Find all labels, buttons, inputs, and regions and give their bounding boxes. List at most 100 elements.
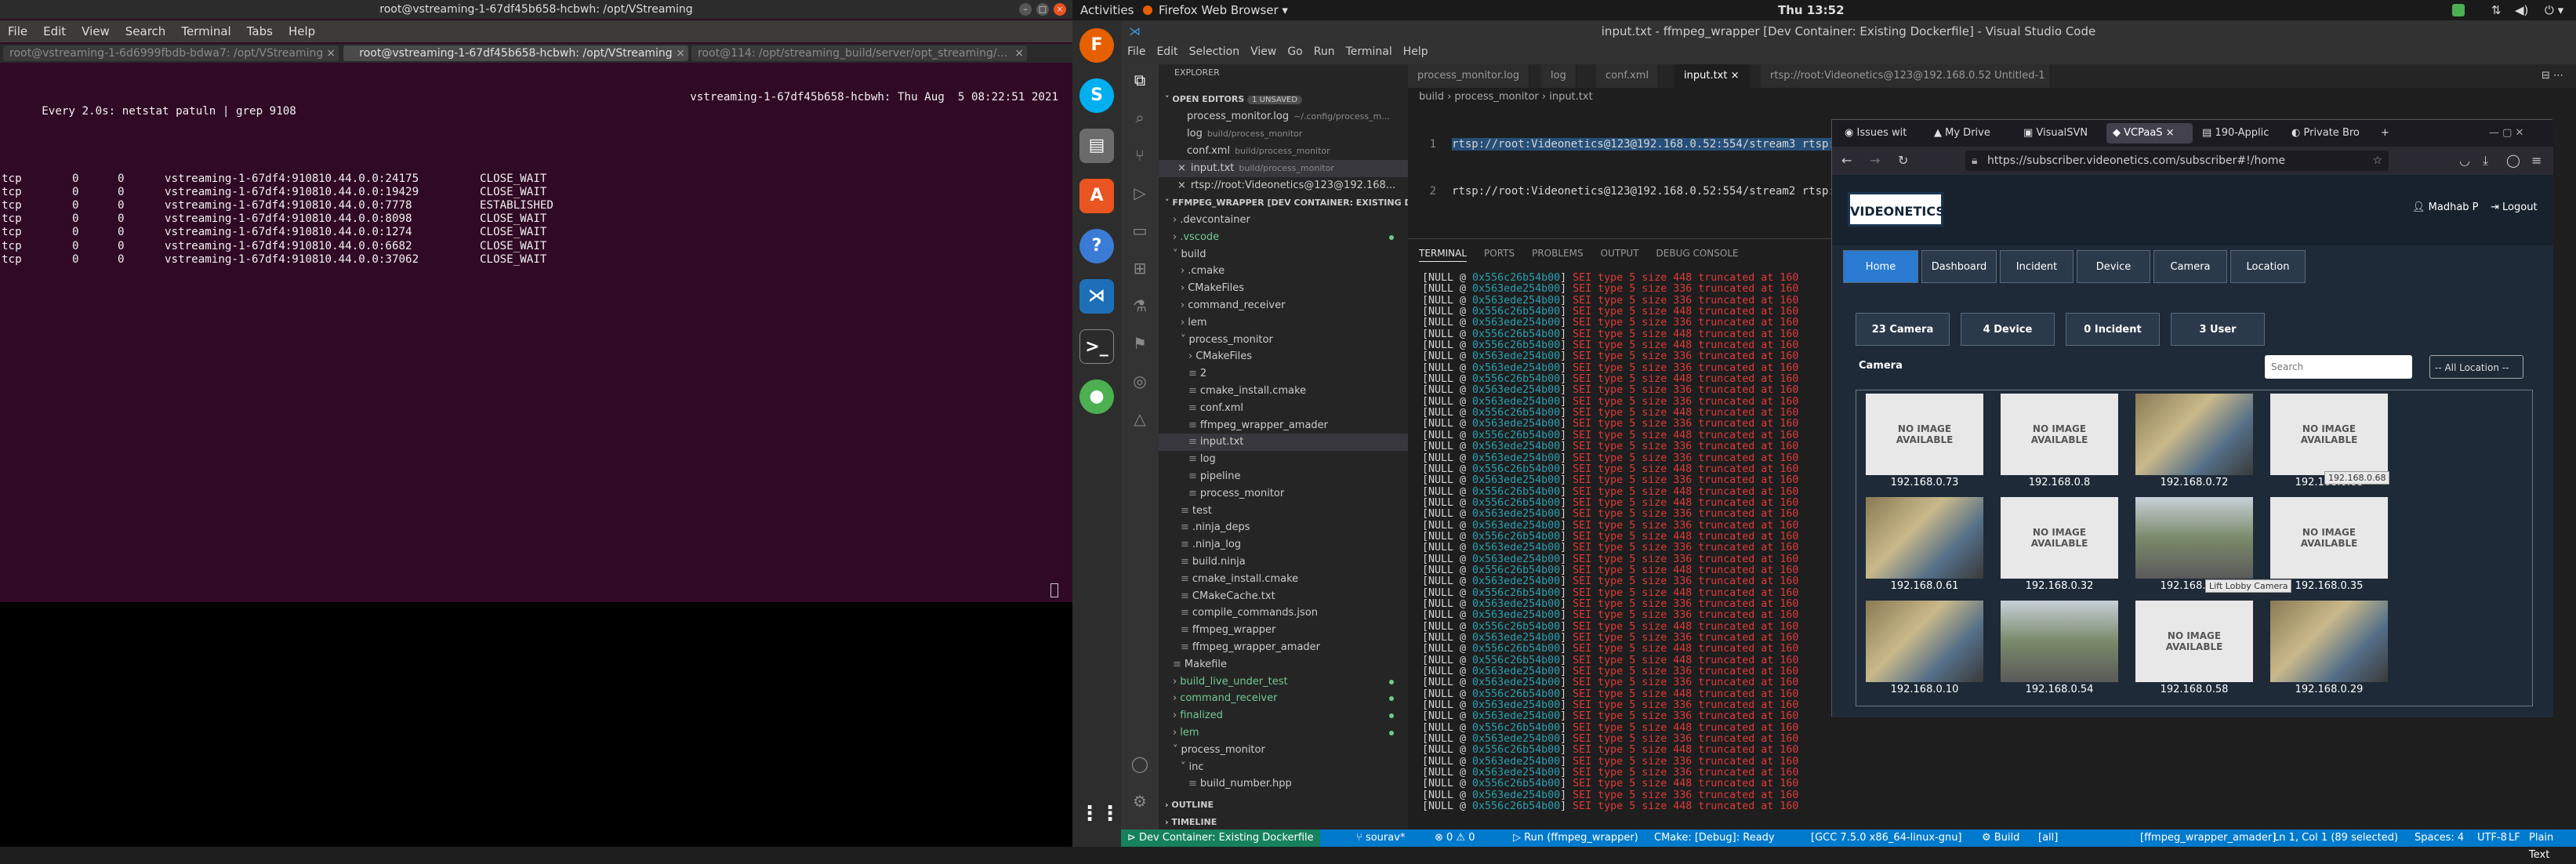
open-editors-header[interactable]: ˅ OPEN EDITORS 1 UNSAVED	[1159, 91, 1408, 108]
outline-header[interactable]: › OUTLINE	[1159, 797, 1408, 814]
browser-tab-active[interactable]: ◆ VCPaaS ×	[2106, 123, 2193, 143]
tab-problems[interactable]: PROBLEMS	[1532, 248, 1584, 259]
browser-tab[interactable]: ▤ 190-Applic	[2196, 123, 2282, 143]
nav-incident[interactable]: Incident	[2000, 250, 2073, 283]
tree-file[interactable]: ≡ compile_commands.json	[1159, 604, 1408, 622]
testing-icon[interactable]: ⚗	[1130, 296, 1149, 315]
menu-view[interactable]: View	[74, 24, 118, 38]
browser-tab[interactable]: ◉ Issues wit	[1838, 123, 1925, 143]
network-icon[interactable]: ⇅	[2491, 0, 2502, 20]
indentation[interactable]: Spaces: 4	[2415, 830, 2464, 847]
nav-location[interactable]: Location	[2230, 250, 2306, 283]
tree-folder[interactable]: › command_receiver	[1159, 297, 1408, 314]
integrated-terminal[interactable]: [NULL @ 0x556c26b54b00] SEI type 5 size …	[1422, 273, 1830, 822]
camera-card[interactable]: NO IMAGE AVAILABLE 192.168.0.58	[2135, 601, 2253, 695]
activities-button[interactable]: Activities	[1080, 0, 1134, 20]
nav-dashboard[interactable]: Dashboard	[1921, 250, 1997, 283]
tree-folder[interactable]: › CMakeFiles	[1159, 280, 1408, 297]
menu-search[interactable]: Search	[118, 24, 174, 38]
logout-link[interactable]: ⇥ Logout	[2491, 201, 2538, 213]
user-menu[interactable]: 👤︎ Madhab P	[2412, 201, 2479, 213]
tree-folder[interactable]: › command_receiver	[1159, 690, 1408, 707]
encoding[interactable]: UTF-8	[2477, 830, 2507, 847]
hamburger-menu-icon[interactable]: ≡	[2531, 153, 2542, 168]
tree-file[interactable]: ≡ build.ninja	[1159, 554, 1408, 571]
tree-folder[interactable]: › .devcontainer	[1159, 212, 1408, 229]
show-apps-icon[interactable]: ⋮⋮⋮	[1079, 797, 1141, 831]
tree-file[interactable]: ≡ cmake_install.cmake	[1159, 571, 1408, 588]
vscode-icon[interactable]: ⋊	[1079, 279, 1114, 314]
camera-search-input[interactable]: Search	[2265, 355, 2412, 379]
tree-file[interactable]: ≡ 2	[1159, 365, 1408, 383]
cursor-position[interactable]: Ln 1, Col 1 (89 selected)	[2273, 830, 2398, 847]
tab-output[interactable]: OUTPUT	[1601, 248, 1639, 259]
terminal-tab[interactable]: root@114: /opt/streaming_build/server/op…	[691, 45, 1027, 61]
open-editor-item[interactable]: process_monitor.log ~/.config/process_m..…	[1159, 108, 1408, 125]
camera-card[interactable]: 192.168.0.54	[2001, 601, 2118, 695]
tree-folder[interactable]: › lem	[1159, 724, 1408, 742]
downloads-icon[interactable]: ⤓	[2483, 153, 2488, 169]
tree-file[interactable]: ≡ input.txt	[1159, 434, 1408, 452]
tree-file[interactable]: ≡ log	[1159, 451, 1408, 468]
camera-thumbnail[interactable]: NO IMAGE AVAILABLE	[1866, 394, 1983, 475]
open-editor-item[interactable]: × rtsp://root:Videonetics@123@192.168...	[1159, 177, 1408, 194]
terminal-icon[interactable]: >_	[1079, 329, 1114, 364]
menu-help[interactable]: Help	[281, 24, 323, 38]
clock[interactable]: Thu 13:52	[1778, 0, 1845, 20]
vscode-menu-go[interactable]: Go	[1287, 45, 1302, 58]
skype-icon[interactable]: S	[1079, 78, 1114, 113]
url-bar[interactable]: 🔒︎ https://subscriber.videonetics.com/su…	[1965, 151, 2389, 171]
tree-file[interactable]: ≡ ffmpeg_wrapper	[1159, 622, 1408, 639]
run-debug-icon[interactable]: ▷	[1130, 183, 1149, 202]
vscode-menu-view[interactable]: View	[1250, 45, 1276, 58]
files-icon[interactable]: ▤	[1079, 129, 1114, 163]
open-editor-item[interactable]: log build/process_monitor	[1159, 125, 1408, 143]
tree-folder[interactable]: › lem	[1159, 314, 1408, 332]
camera-thumbnail[interactable]: NO IMAGE AVAILABLE	[2135, 601, 2253, 682]
camera-thumbnail[interactable]: NO IMAGE AVAILABLE	[2001, 497, 2118, 579]
reload-icon[interactable]: ↻	[1898, 153, 1908, 168]
open-editor-item[interactable]: × input.txt build/process_monitor	[1159, 160, 1408, 177]
tree-file[interactable]: ≡ ffmpeg_wrapper_amader	[1159, 639, 1408, 656]
problems-indicator[interactable]: ⊗ 0 ⚠ 0	[1435, 830, 1475, 847]
branch-indicator[interactable]: ⑂ sourav*	[1356, 830, 1405, 847]
camera-card[interactable]: 192.168.0.29	[2270, 601, 2388, 695]
timeline-header[interactable]: › TIMELINE	[1159, 814, 1408, 831]
search-icon[interactable]: ⌕	[1130, 108, 1149, 127]
terminal-scrollbar[interactable]	[1050, 583, 1058, 597]
account-icon[interactable]: ◯	[2506, 153, 2520, 168]
remote-explorer-icon[interactable]: ▭	[1130, 221, 1149, 240]
nav-camera[interactable]: Camera	[2153, 250, 2227, 283]
explorer-icon[interactable]: ⧉	[1130, 71, 1149, 89]
user-count[interactable]: 3 User	[2171, 313, 2265, 346]
breadcrumb[interactable]: build › process_monitor › input.txt	[1419, 91, 1593, 103]
forward-icon[interactable]: →	[1870, 153, 1880, 168]
tree-file[interactable]: ≡ pipeline	[1159, 468, 1408, 485]
tree-folder[interactable]: ˅ inc	[1159, 759, 1408, 776]
camera-thumbnail[interactable]: NO IMAGE AVAILABLE	[2270, 497, 2388, 579]
pocket-icon[interactable]: ◡	[2459, 153, 2470, 168]
camera-card[interactable]: NO IMAGE AVAILABLE 192.168.0.73	[1866, 394, 1983, 488]
camera-thumbnail[interactable]: NO IMAGE AVAILABLE	[2001, 394, 2118, 475]
language-mode[interactable]: Plain Text	[2529, 830, 2576, 864]
tree-file[interactable]: ≡ process_monitor	[1159, 485, 1408, 503]
help-icon[interactable]: ?	[1079, 229, 1114, 263]
eol[interactable]: LF	[2509, 830, 2520, 847]
incident-count[interactable]: 0 Incident	[2066, 313, 2160, 346]
close-icon[interactable]: ×	[1177, 180, 1186, 191]
window-controls[interactable]: — ▢ ✕	[2483, 123, 2545, 143]
camera-card[interactable]: 192.168.0.10	[1866, 601, 1983, 695]
editor-actions[interactable]: ⊟ ⋯	[2542, 64, 2563, 88]
camera-thumbnail[interactable]	[1866, 497, 1983, 579]
remote-indicator[interactable]: ⊳ Dev Container: Existing Dockerfile	[1121, 830, 1320, 847]
update-icon[interactable]	[2452, 4, 2465, 16]
workspace-header[interactable]: ˅ FFMPEG_WRAPPER [DEV CONTAINER: EXISTIN…	[1159, 194, 1408, 212]
browser-tab[interactable]: ▲ My Drive	[1928, 123, 2014, 143]
cmake-icon[interactable]: △	[1130, 409, 1149, 428]
minimize-icon[interactable]: –	[1019, 3, 1032, 16]
tree-folder[interactable]: › CMakeFiles	[1159, 348, 1408, 365]
launch-target[interactable]: [ffmpeg_wrapper_amader]	[2140, 830, 2276, 847]
close-icon[interactable]: ×	[326, 45, 336, 61]
build-button[interactable]: ⚙ Build	[1982, 830, 2019, 847]
cmake-indicator[interactable]: CMake: [Debug]: Ready	[1654, 830, 1775, 847]
